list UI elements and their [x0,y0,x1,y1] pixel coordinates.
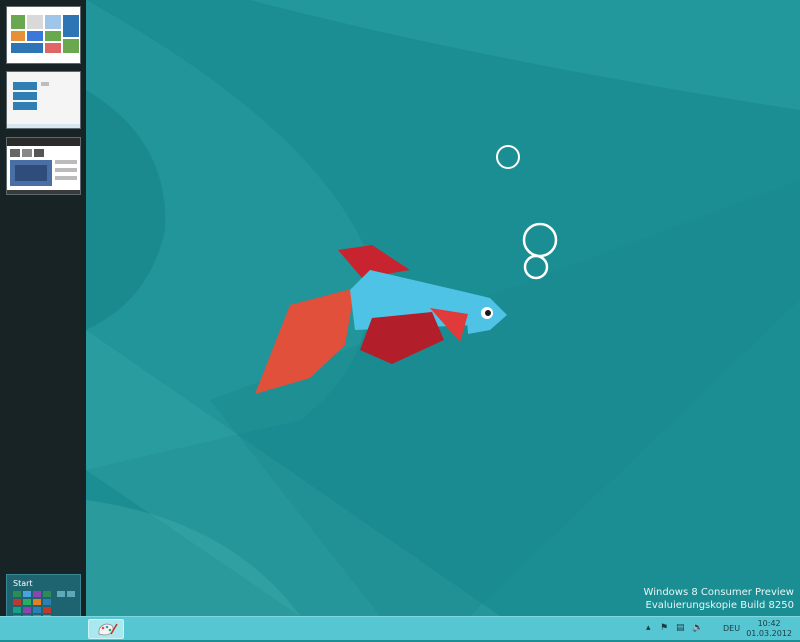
build-watermark: Windows 8 Consumer Preview Evaluierungsk… [644,586,794,612]
start-button[interactable] [88,619,124,639]
betta-fish-wallpaper [0,0,800,616]
app-thumbnail-3[interactable] [6,137,81,195]
app-thumbnail-3-preview [7,138,80,194]
clock-date: 01.03.2012 [746,629,792,638]
show-hidden-icons-icon[interactable]: ▴ [646,623,651,633]
app-thumbnail-2[interactable] [6,71,81,129]
clock[interactable]: 10:42 01.03.2012 [746,619,792,639]
app-thumbnail-1-preview [7,7,80,63]
volume-icon[interactable]: 🔈 [692,623,703,633]
input-language-indicator[interactable]: DEU [723,624,740,633]
taskbar[interactable]: ▴ ⚑ ▤ 🔈 DEU 10:42 01.03.2012 [0,616,800,640]
app-thumbnail-2-preview [7,72,80,128]
paint-app-icon [98,623,118,636]
start-label: Start [13,579,33,588]
system-tray: ▴ ⚑ ▤ 🔈 DEU 10:42 01.03.2012 [640,617,800,641]
desktop[interactable]: Windows 8 Consumer Preview Evaluierungsk… [0,0,800,616]
clock-time: 10:42 [757,619,781,628]
app-switcher-bar: Start [0,0,86,630]
app-thumbnail-1[interactable] [6,6,81,64]
watermark-line2: Evaluierungskopie Build 8250 [645,600,795,611]
network-icon[interactable]: ▤ [676,623,685,633]
watermark-line1: Windows 8 Consumer Preview [643,587,794,598]
action-center-flag-icon[interactable]: ⚑ [660,623,668,633]
